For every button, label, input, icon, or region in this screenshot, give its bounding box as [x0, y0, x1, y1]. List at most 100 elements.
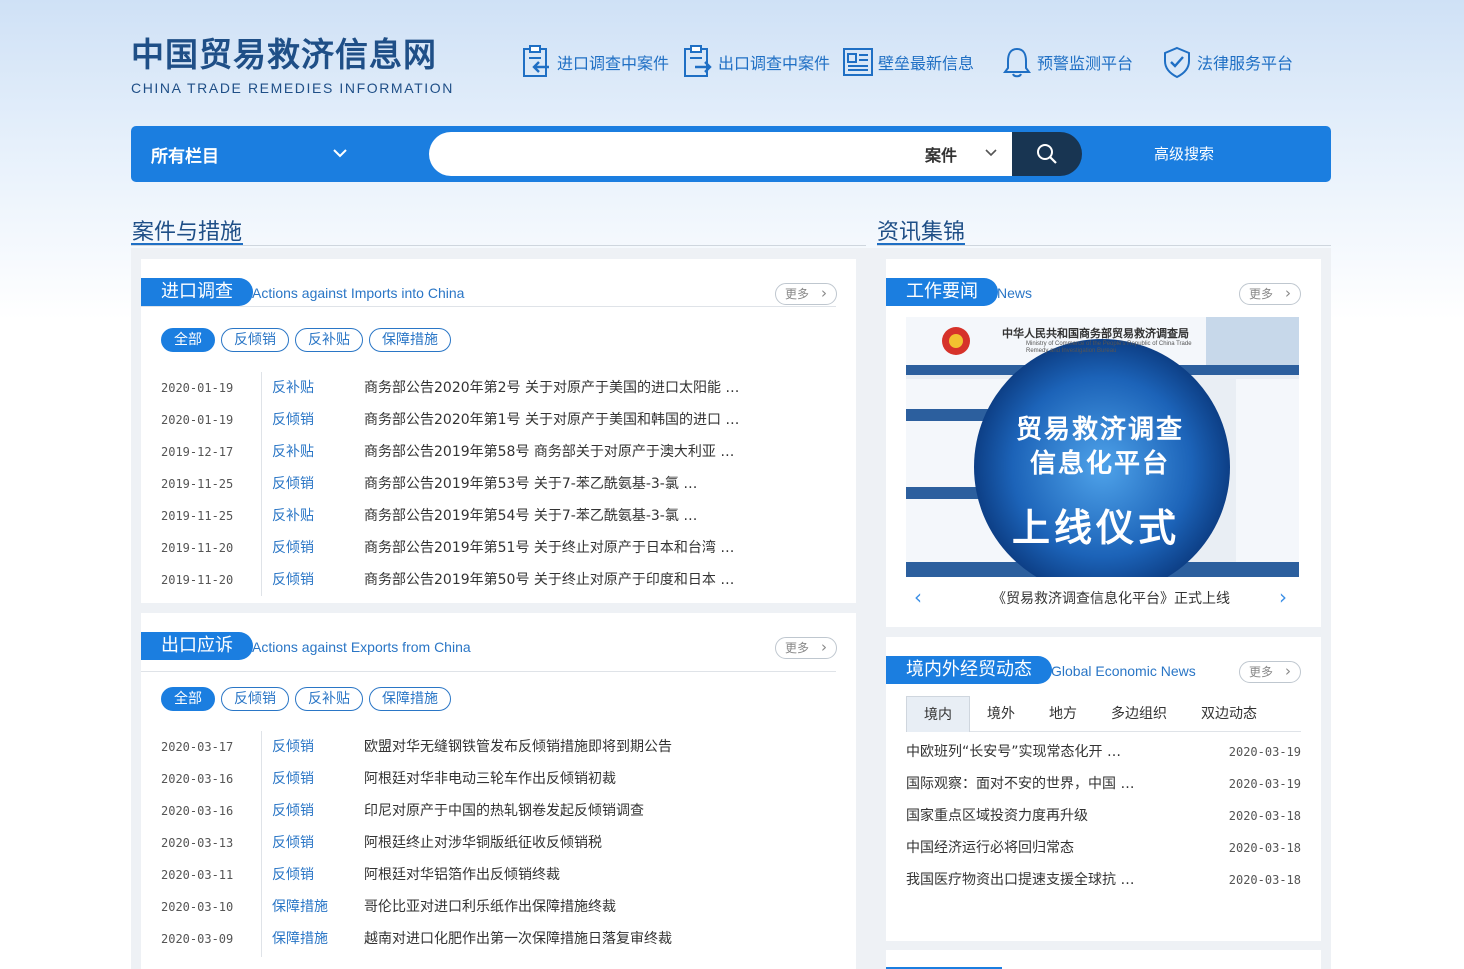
row-title[interactable]: 商务部公告2019年第58号 商务部关于对原产于澳大利亚 … — [364, 436, 734, 468]
filter-antidumping[interactable]: 反倾销 — [221, 687, 289, 711]
row-type[interactable]: 反补贴 — [272, 436, 314, 468]
list-item[interactable]: 我国医疗物资出口提速支援全球抗 … 2020-03-18 — [906, 864, 1301, 896]
work-news-more-button[interactable]: 更多 — [1239, 283, 1301, 305]
row-title[interactable]: 越南对进口化肥作出第一次保障措施日落复审终裁 — [364, 923, 672, 955]
section-title-news: 资讯集锦 — [877, 220, 966, 245]
row-title[interactable]: 阿根廷终止对涉华铜版纸征收反倾销税 — [364, 827, 602, 859]
row-type[interactable]: 反倾销 — [272, 564, 314, 596]
advanced-search-link[interactable]: 高级搜索 — [1154, 126, 1214, 182]
row-date: 2019-11-25 — [161, 477, 234, 491]
news-slide-image[interactable]: 中华人民共和国商务部贸易救济调查局 Ministry of Commerce o… — [906, 317, 1299, 577]
table-row[interactable]: 2020-01-19 反补贴 商务部公告2020年第2号 关于对原产于美国的进口太阳… — [161, 372, 836, 404]
row-type[interactable]: 保障措施 — [272, 891, 328, 923]
filter-antisubsidy[interactable]: 反补贴 — [295, 687, 363, 711]
row-title[interactable]: 欧盟对华无缝钢铁管发布反倾销措施即将到期公告 — [364, 731, 672, 763]
table-row[interactable]: 2019-11-20 反倾销 商务部公告2019年第50号 关于终止对原产于印度和日… — [161, 564, 836, 596]
slide-prev-arrow[interactable]: ‹ — [914, 585, 922, 609]
table-row[interactable]: 2019-11-25 反补贴 商务部公告2019年第54号 关于7-苯乙酰氨基-3-… — [161, 500, 836, 532]
search-button[interactable] — [1012, 132, 1082, 176]
row-title[interactable]: 商务部公告2019年第50号 关于终止对原产于印度和日本 … — [364, 564, 734, 596]
row-date: 2020-03-17 — [161, 740, 234, 754]
list-item[interactable]: 中欧班列“长安号”实现常态化开 … 2020-03-19 — [906, 736, 1301, 768]
filter-antidumping[interactable]: 反倾销 — [221, 328, 289, 352]
row-title[interactable]: 阿根廷对华非电动三轮车作出反倾销初裁 — [364, 763, 616, 795]
news-date: 2020-03-19 — [1228, 777, 1301, 791]
top-link-import-cases[interactable]: 进口调查中案件 — [521, 44, 669, 80]
table-row[interactable]: 2019-12-17 反补贴 商务部公告2019年第58号 商务部关于对原产于澳大利… — [161, 436, 836, 468]
top-link-warning-platform[interactable]: 预警监测平台 — [1001, 44, 1133, 80]
row-date: 2019-11-20 — [161, 541, 234, 555]
filter-safeguard[interactable]: 保障措施 — [369, 687, 451, 711]
row-title[interactable]: 印尼对原产于中国的热轧钢卷发起反倾销调查 — [364, 795, 644, 827]
row-title[interactable]: 哥伦比亚对进口利乐纸作出保障措施终裁 — [364, 891, 616, 923]
global-news-more-button[interactable]: 更多 — [1239, 661, 1301, 683]
tab-domestic[interactable]: 境内 — [906, 696, 970, 732]
row-date: 2020-03-11 — [161, 868, 234, 882]
category-select[interactable]: 所有栏目 — [151, 126, 219, 182]
row-title[interactable]: 商务部公告2019年第51号 关于终止对原产于日本和台湾 … — [364, 532, 734, 564]
chevron-down-icon[interactable] — [333, 148, 347, 158]
filter-safeguard[interactable]: 保障措施 — [369, 328, 451, 352]
row-type[interactable]: 反倾销 — [272, 404, 314, 436]
row-type[interactable]: 反倾销 — [272, 795, 314, 827]
slide-next-arrow[interactable]: › — [1279, 585, 1287, 609]
news-title[interactable]: 中国经济运行必将回归常态 — [906, 832, 1074, 864]
table-row[interactable]: 2020-03-09 保障措施 越南对进口化肥作出第一次保障措施日落复审终裁 — [161, 923, 836, 955]
table-row[interactable]: 2019-11-20 反倾销 商务部公告2019年第51号 关于终止对原产于日本和台… — [161, 532, 836, 564]
news-title[interactable]: 中欧班列“长安号”实现常态化开 … — [906, 736, 1121, 768]
filter-all[interactable]: 全部 — [161, 328, 215, 352]
table-row[interactable]: 2020-03-17 反倾销 欧盟对华无缝钢铁管发布反倾销措施即将到期公告 — [161, 731, 836, 763]
work-news-panel: 工作要闻 News 更多 中华人民共和国商务部贸易救济调查 — [886, 259, 1321, 627]
imports-more-button[interactable]: 更多 — [775, 283, 837, 305]
top-link-legal-platform[interactable]: 法律服务平台 — [1161, 44, 1293, 80]
row-type[interactable]: 反倾销 — [272, 827, 314, 859]
table-row[interactable]: 2020-03-10 保障措施 哥伦比亚对进口利乐纸作出保障措施终裁 — [161, 891, 836, 923]
exports-en-title: Actions against Exports from China — [252, 639, 471, 655]
filter-antisubsidy[interactable]: 反补贴 — [295, 328, 363, 352]
list-item[interactable]: 中国经济运行必将回归常态 2020-03-18 — [906, 832, 1301, 864]
export-case-icon — [684, 45, 712, 77]
search-type-select[interactable]: 案件 — [911, 132, 1013, 176]
tab-overseas[interactable]: 境外 — [970, 696, 1032, 732]
next-panel — [886, 950, 1321, 969]
list-item[interactable]: 国际观察：面对不安的世界，中国 … 2020-03-19 — [906, 768, 1301, 800]
exports-panel: 出口应诉 Actions against Exports from China … — [141, 613, 856, 969]
logo-text-en: CHINA TRADE REMEDIES INFORMATION — [131, 80, 454, 96]
news-title[interactable]: 我国医疗物资出口提速支援全球抗 … — [906, 864, 1134, 896]
row-title[interactable]: 阿根廷对华铝箔作出反倾销终裁 — [364, 859, 560, 891]
slide-caption[interactable]: 《贸易救济调查信息化平台》正式上线 — [992, 588, 1230, 608]
table-row[interactable]: 2020-03-16 反倾销 印尼对原产于中国的热轧钢卷发起反倾销调查 — [161, 795, 836, 827]
row-type[interactable]: 保障措施 — [272, 923, 328, 955]
tab-bilateral[interactable]: 双边动态 — [1184, 696, 1274, 732]
row-type[interactable]: 反补贴 — [272, 500, 314, 532]
row-title[interactable]: 商务部公告2020年第1号 关于对原产于美国和韩国的进口 … — [364, 404, 739, 436]
tab-local[interactable]: 地方 — [1032, 696, 1094, 732]
top-link-barrier-news[interactable]: 壁垒最新信息 — [842, 44, 974, 80]
row-type[interactable]: 反倾销 — [272, 859, 314, 891]
row-title[interactable]: 商务部公告2020年第2号 关于对原产于美国的进口太阳能 … — [364, 372, 739, 404]
row-type[interactable]: 反倾销 — [272, 763, 314, 795]
row-title[interactable]: 商务部公告2019年第54号 关于7-苯乙酰氨基-3-氯 … — [364, 500, 697, 532]
news-title[interactable]: 国家重点区域投资力度再升级 — [906, 800, 1088, 832]
filter-all[interactable]: 全部 — [161, 687, 215, 711]
divider — [141, 306, 836, 307]
exports-more-button[interactable]: 更多 — [775, 637, 837, 659]
table-row[interactable]: 2020-03-13 反倾销 阿根廷终止对涉华铜版纸征收反倾销税 — [161, 827, 836, 859]
news-title[interactable]: 国际观察：面对不安的世界，中国 … — [906, 768, 1134, 800]
row-type[interactable]: 反倾销 — [272, 731, 314, 763]
slide-image-header: 中华人民共和国商务部贸易救济调查局 — [1002, 327, 1189, 340]
top-link-export-cases[interactable]: 出口调查中案件 — [682, 44, 830, 80]
table-row[interactable]: 2019-11-25 反倾销 商务部公告2019年第53号 关于7-苯乙酰氨基-3-… — [161, 468, 836, 500]
list-item[interactable]: 国家重点区域投资力度再升级 2020-03-18 — [906, 800, 1301, 832]
table-row[interactable]: 2020-03-11 反倾销 阿根廷对华铝箔作出反倾销终裁 — [161, 859, 836, 891]
table-row[interactable]: 2020-03-16 反倾销 阿根廷对华非电动三轮车作出反倾销初裁 — [161, 763, 836, 795]
search-input[interactable] — [429, 132, 929, 176]
row-title[interactable]: 商务部公告2019年第53号 关于7-苯乙酰氨基-3-氯 … — [364, 468, 697, 500]
row-type[interactable]: 反补贴 — [272, 372, 314, 404]
row-type[interactable]: 反倾销 — [272, 468, 314, 500]
row-type[interactable]: 反倾销 — [272, 532, 314, 564]
tab-multilateral[interactable]: 多边组织 — [1094, 696, 1184, 732]
imports-filters: 全部 反倾销 反补贴 保障措施 — [161, 328, 457, 352]
table-row[interactable]: 2020-01-19 反倾销 商务部公告2020年第1号 关于对原产于美国和韩国的进… — [161, 404, 836, 436]
site-logo[interactable]: 中国贸易救济信息网 CHINA TRADE REMEDIES INFORMATI… — [131, 36, 454, 97]
